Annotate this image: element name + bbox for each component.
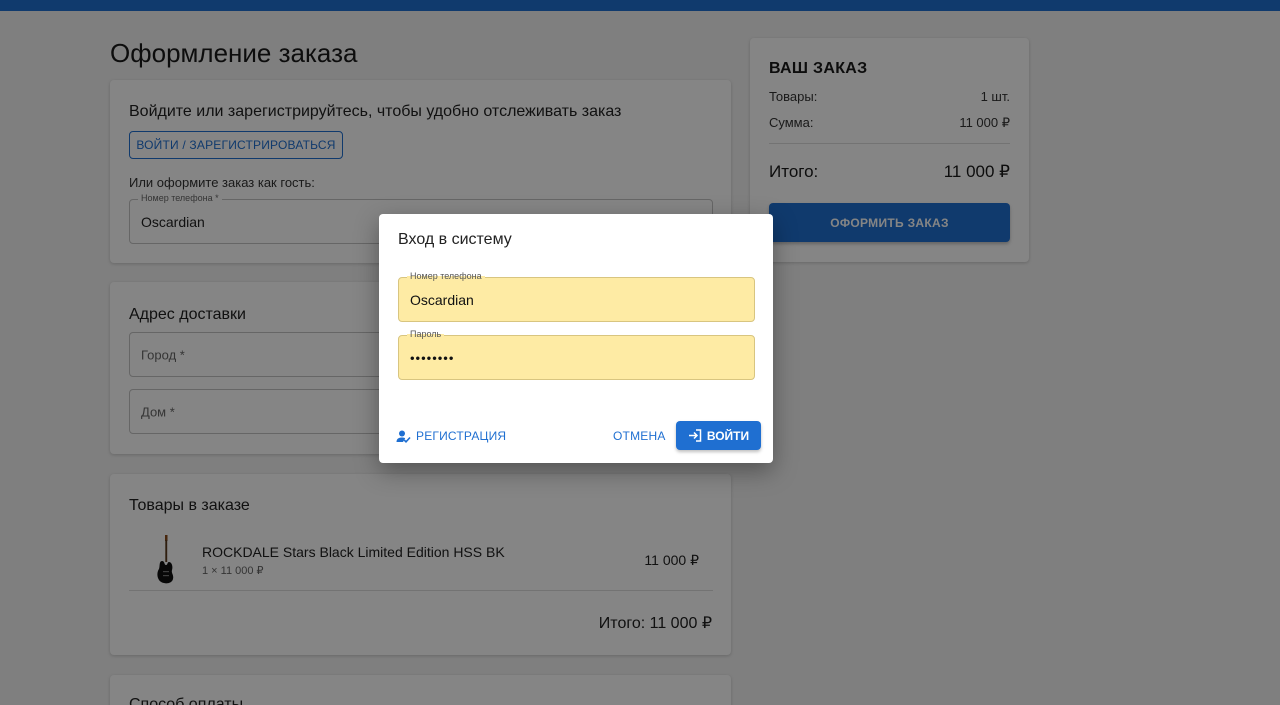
person-check-icon	[396, 430, 411, 443]
dialog-password-value: ••••••••	[410, 350, 455, 365]
cancel-button[interactable]: ОТМЕНА	[613, 429, 666, 443]
login-dialog: Вход в систему Номер телефона Oscardian …	[379, 214, 773, 463]
dialog-phone-value: Oscardian	[410, 291, 474, 308]
dialog-phone-field[interactable]: Номер телефона Oscardian	[398, 271, 755, 322]
login-button[interactable]: ВОЙТИ	[676, 421, 761, 450]
dialog-password-field[interactable]: Пароль ••••••••	[398, 329, 755, 380]
login-button-label: ВОЙТИ	[706, 428, 750, 443]
register-button[interactable]: РЕГИСТРАЦИЯ	[396, 429, 506, 443]
dialog-password-label: Пароль	[407, 329, 445, 339]
dialog-title: Вход в систему	[398, 231, 512, 248]
cancel-button-label: ОТМЕНА	[613, 429, 666, 443]
login-icon	[688, 429, 702, 442]
dialog-phone-label: Номер телефона	[407, 271, 485, 281]
register-button-label: РЕГИСТРАЦИЯ	[416, 429, 507, 443]
